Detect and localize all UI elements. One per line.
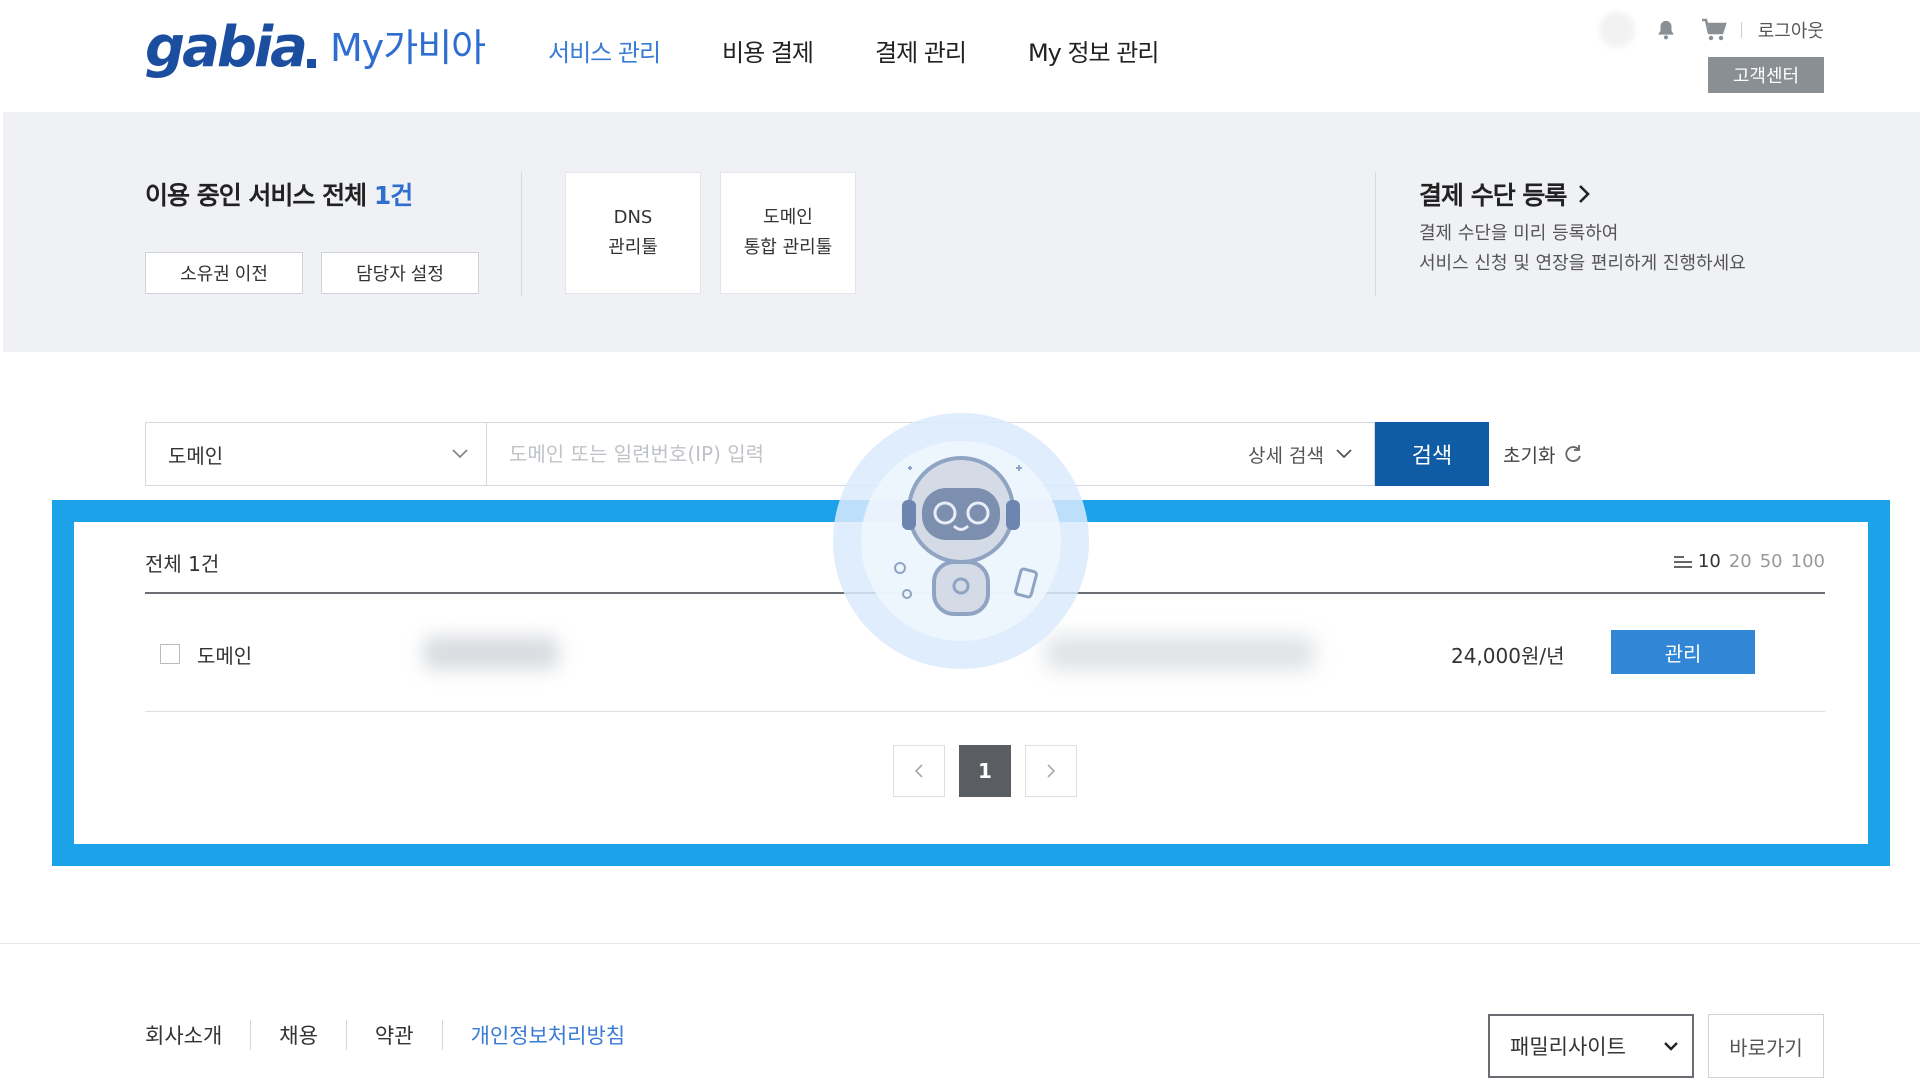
footer-divider	[0, 943, 1920, 944]
chevron-right-icon	[1579, 185, 1591, 203]
table-row: 도메인 24,000원/년 관리	[145, 594, 1825, 712]
nav-my-info[interactable]: My 정보 관리	[1028, 33, 1159, 68]
footer-link-company[interactable]: 회사소개	[145, 1020, 222, 1050]
nav-service-management[interactable]: 서비스 관리	[548, 33, 661, 68]
page-number-current[interactable]: 1	[959, 745, 1011, 797]
logo-sub: My가비아	[329, 26, 486, 70]
prev-page-button[interactable]	[893, 745, 945, 797]
payment-desc-line1: 결제 수단을 미리 등록하여	[1419, 223, 1619, 244]
pagination: 1	[893, 745, 1091, 797]
payment-desc-line2: 서비스 신청 및 연장을 편리하게 진행하세요	[1419, 253, 1746, 274]
blurred-expiry-info	[1045, 636, 1315, 670]
advanced-search-toggle[interactable]: 상세 검색	[1248, 423, 1352, 485]
nav-cost-payment[interactable]: 비용 결제	[722, 33, 814, 68]
main-nav: 서비스 관리 비용 결제 결제 관리 My 정보 관리	[548, 33, 1220, 68]
nav-payment-management[interactable]: 결제 관리	[875, 33, 967, 68]
chevron-down-icon	[1336, 449, 1352, 459]
search-bar: 도메인 상세 검색 검색 초기화	[145, 422, 1583, 486]
page-size-20[interactable]: 20	[1729, 551, 1752, 572]
logout-link[interactable]: 로그아웃	[1758, 17, 1824, 43]
chevron-right-icon	[1047, 764, 1056, 778]
summary-divider	[1375, 172, 1376, 296]
footer-separator	[250, 1020, 252, 1050]
reset-label: 초기화	[1503, 444, 1556, 467]
blurred-domain-name	[423, 636, 559, 670]
cart-icon[interactable]	[1701, 18, 1727, 42]
footer-separator	[441, 1020, 443, 1050]
dns-tile-line1: DNS	[613, 207, 653, 228]
gabia-logo[interactable]: gabia My가비아	[145, 14, 486, 82]
manage-button[interactable]: 관리	[1611, 630, 1755, 674]
search-category-select[interactable]: 도메인	[145, 422, 487, 486]
family-site-select[interactable]: 패밀리사이트	[1488, 1014, 1694, 1078]
summary-divider	[521, 172, 522, 296]
domain-tile-line1: 도메인	[763, 207, 813, 228]
refresh-icon	[1565, 445, 1582, 462]
footer-separator	[345, 1020, 347, 1050]
chevron-down-icon	[452, 449, 468, 459]
dns-tile-line2: 관리툴	[608, 237, 658, 258]
page-size-selector: 10 20 50 100	[1673, 551, 1825, 572]
bell-icon[interactable]	[1655, 19, 1677, 41]
top-header: gabia My가비아 서비스 관리 비용 결제 결제 관리 My 정보 관리 …	[0, 0, 1920, 112]
search-category-value: 도메인	[168, 443, 224, 468]
reset-link[interactable]: 초기화	[1503, 422, 1583, 486]
domain-tool-tile[interactable]: 도메인 통합 관리툴	[720, 172, 856, 294]
customer-center-button[interactable]: 고객센터	[1708, 57, 1824, 93]
service-count-title: 이용 중인 서비스 전체 1건	[145, 176, 413, 212]
dns-tool-tile[interactable]: DNS 관리툴	[565, 172, 701, 294]
logo-dot	[306, 59, 316, 68]
advanced-search-label: 상세 검색	[1248, 444, 1324, 467]
service-summary: 이용 중인 서비스 전체 1건 소유권 이전 담당자 설정 DNS 관리툴 도메…	[3, 112, 1920, 352]
page-size-100[interactable]: 100	[1791, 551, 1825, 572]
search-button[interactable]: 검색	[1375, 422, 1489, 486]
page-size-10[interactable]: 10	[1698, 551, 1721, 572]
chevron-down-icon	[1664, 1041, 1678, 1051]
manager-settings-button[interactable]: 담당자 설정	[321, 252, 479, 294]
search-input[interactable]	[509, 442, 1189, 466]
payment-method-title: 결제 수단 등록	[1419, 181, 1567, 210]
chevron-left-icon	[914, 764, 923, 778]
list-lines-icon	[1673, 555, 1692, 568]
footer-link-careers[interactable]: 채용	[279, 1020, 318, 1050]
service-count-value: 1건	[373, 181, 413, 210]
utility-bar: 로그아웃	[1598, 12, 1824, 48]
goto-button[interactable]: 바로가기	[1708, 1014, 1824, 1078]
search-input-box: 상세 검색	[487, 422, 1375, 486]
logo-brand: gabia	[145, 15, 308, 80]
domain-tile-line2: 통합 관리툴	[743, 237, 833, 258]
page-size-50[interactable]: 50	[1760, 551, 1783, 572]
row-service-type: 도메인	[197, 644, 253, 668]
row-checkbox[interactable]	[160, 644, 180, 664]
blurred-avatar	[1598, 12, 1635, 48]
family-site-value: 패밀리사이트	[1510, 1035, 1626, 1059]
footer-link-privacy[interactable]: 개인정보처리방침	[471, 1020, 626, 1050]
service-count-prefix: 이용 중인 서비스 전체	[145, 181, 374, 210]
next-page-button[interactable]	[1025, 745, 1077, 797]
util-separator	[1740, 22, 1742, 38]
list-total-count: 전체 1건	[145, 552, 220, 576]
ownership-transfer-button[interactable]: 소유권 이전	[145, 252, 303, 294]
row-price: 24,000원/년	[1451, 644, 1565, 668]
payment-method-link[interactable]: 결제 수단 등록	[1419, 176, 1591, 212]
footer-links: 회사소개 채용 약관 개인정보처리방침	[145, 1020, 625, 1050]
footer-link-terms[interactable]: 약관	[375, 1020, 414, 1050]
